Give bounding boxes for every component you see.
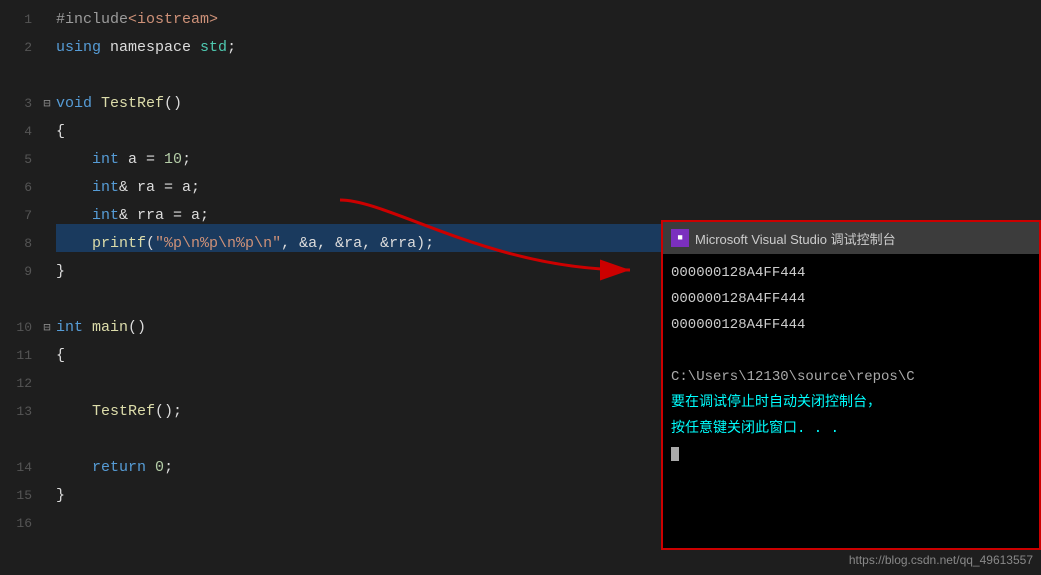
console-cursor-line [671, 442, 1031, 468]
console-output-4 [671, 338, 1031, 364]
kw-int-a: int [92, 151, 119, 168]
code-line-13: return 0; [56, 448, 670, 476]
console-msg-1: 要在调试停止时自动关闭控制台， [671, 390, 1031, 416]
console-cursor [671, 447, 679, 461]
code-line-3: void TestRef() [56, 84, 670, 112]
kw-using: using [56, 39, 101, 56]
code-line-10: int main() [56, 308, 670, 336]
code-line-14: } [56, 476, 670, 504]
kw-void: void [56, 95, 92, 112]
console-body: 000000128A4FF444 000000128A4FF444 000000… [663, 254, 1039, 548]
code-editor: 1 2 3 4 5 6 7 8 9 10 11 12 13 14 15 16 ⊟… [0, 0, 670, 575]
code-line-5: int a = 10; [56, 140, 670, 168]
code-line-7: int& rra = a; [56, 196, 670, 224]
kw-namespace: namespace [101, 39, 200, 56]
fn-printf: printf [92, 235, 146, 252]
console-output-2: 000000128A4FF444 [671, 286, 1031, 312]
str-format: "%p\n%p\n%p\n" [155, 235, 281, 252]
code-line-12: TestRef(); [56, 392, 670, 420]
console-msg-2: 按任意键关闭此窗口. . . [671, 416, 1031, 442]
fn-testref-call: TestRef [92, 403, 155, 420]
console-title: Microsoft Visual Studio 调试控制台 [695, 229, 896, 248]
kw-std: std [200, 39, 227, 56]
code-line-blank-2 [56, 280, 670, 308]
code-line-1: #include<iostream> [56, 0, 670, 28]
code-line-11: { [56, 336, 670, 364]
kw-return: return [92, 459, 146, 476]
vs-icon: ◾ [671, 229, 689, 247]
code-line-2: using namespace std; [56, 28, 670, 56]
watermark: https://blog.csdn.net/qq_49613557 [849, 553, 1033, 567]
preprocessor-include: #include [56, 11, 128, 28]
console-window: ◾ Microsoft Visual Studio 调试控制台 00000012… [661, 220, 1041, 550]
console-output-1: 000000128A4FF444 [671, 260, 1031, 286]
code-line-4: { [56, 112, 670, 140]
kw-int-ra: int [92, 179, 119, 196]
console-path: C:\Users\12130\source\repos\C [671, 364, 1031, 390]
code-line-blank-4 [56, 420, 670, 448]
code-line-blank-3 [56, 364, 670, 392]
code-line-9: } [56, 252, 670, 280]
console-output-3: 000000128A4FF444 [671, 312, 1031, 338]
code-line-blank-1 [56, 56, 670, 84]
fn-main: main [92, 319, 128, 336]
fn-testref: TestRef [101, 95, 164, 112]
code-line-6: int& ra = a; [56, 168, 670, 196]
include-iostream: <iostream> [128, 11, 218, 28]
kw-int-main: int [56, 319, 83, 336]
code-line-8: printf("%p\n%p\n%p\n", &a, &ra, &rra); [56, 224, 670, 252]
console-titlebar: ◾ Microsoft Visual Studio 调试控制台 [663, 222, 1039, 254]
kw-int-rra: int [92, 207, 119, 224]
